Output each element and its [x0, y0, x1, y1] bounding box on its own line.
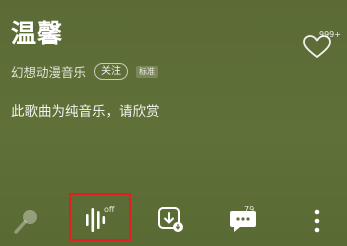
artist-row: 幻想动漫音乐 关注 标准 [11, 62, 159, 81]
download-icon[interactable] [156, 205, 186, 235]
pure-music-notice: 此歌曲为纯音乐，请欣赏 [11, 104, 160, 120]
microphone-icon[interactable] [12, 207, 42, 235]
highlight-box [69, 193, 131, 241]
more-icon[interactable] [311, 208, 323, 234]
quality-badge[interactable]: 标准 [136, 65, 159, 78]
song-title: 温馨 [11, 19, 64, 48]
follow-button[interactable]: 关注 [94, 63, 129, 80]
comment-count: 79 [244, 205, 255, 214]
like-count: 999+ [319, 30, 341, 39]
artist-name[interactable]: 幻想动漫音乐 [11, 62, 86, 81]
